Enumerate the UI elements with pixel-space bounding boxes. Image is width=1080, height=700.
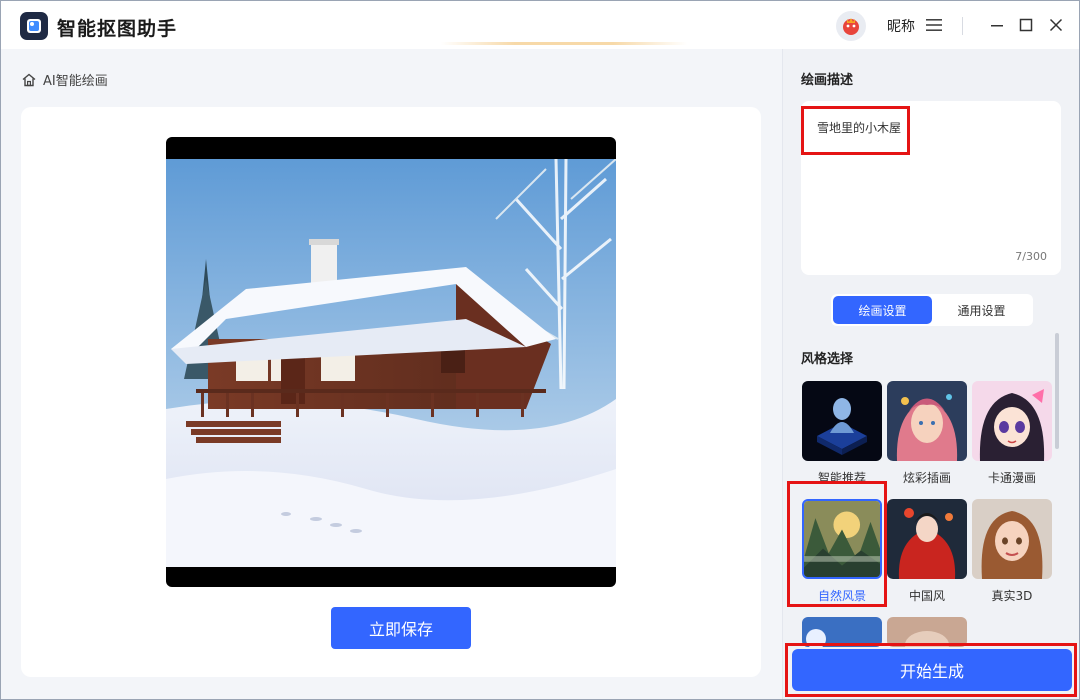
tab-drawing-settings[interactable]: 绘画设置 <box>833 296 932 324</box>
style-thumb <box>802 617 882 647</box>
breadcrumb-label: AI智能绘画 <box>43 74 108 89</box>
extra-style-icon-1 <box>802 617 882 647</box>
generated-image <box>166 137 616 587</box>
avatar-icon <box>843 18 859 35</box>
style-item-nature[interactable]: 自然风景 <box>802 499 882 604</box>
style-item-smart[interactable]: 智能推荐 <box>802 381 882 486</box>
colorful-style-icon <box>887 381 967 461</box>
style-thumb <box>972 381 1052 461</box>
description-char-count: 7/300 <box>1015 250 1047 263</box>
style-label: 智能推荐 <box>817 471 866 485</box>
settings-panel: 绘画描述 雪地里的小木屋 7/300 绘画设置 通用设置 风格选择 智能推荐 炫… <box>782 49 1079 699</box>
preview-card: 立即保存 <box>21 107 761 677</box>
realistic-3d-style-icon <box>972 499 1052 579</box>
style-thumb <box>972 499 1052 579</box>
style-thumb <box>887 381 967 461</box>
generate-button[interactable]: 开始生成 <box>792 649 1072 691</box>
save-button[interactable]: 立即保存 <box>331 607 471 649</box>
title-accent-bar <box>441 42 687 45</box>
style-label: 卡通漫画 <box>987 471 1036 485</box>
nature-style-icon <box>804 501 880 577</box>
style-list-scrollbar[interactable] <box>1055 333 1059 449</box>
title-bar: 智能抠图助手 昵称 <box>1 1 1079 49</box>
menu-icon[interactable] <box>926 18 942 32</box>
style-item-extra-2[interactable] <box>887 617 967 647</box>
window-controls-separator <box>962 17 963 35</box>
style-item-extra-1[interactable] <box>802 617 882 647</box>
smart-style-icon <box>802 381 882 461</box>
style-item-colorful[interactable]: 炫彩插画 <box>887 381 967 486</box>
close-button[interactable] <box>1046 15 1066 35</box>
app-title: 智能抠图助手 <box>57 18 178 40</box>
user-nickname[interactable]: 昵称 <box>887 16 915 36</box>
style-item-chinese[interactable]: 中国风 <box>887 499 967 604</box>
avatar[interactable] <box>836 11 866 41</box>
extra-style-icon-2 <box>887 617 967 647</box>
minimize-icon <box>991 25 1003 27</box>
app-window: 智能抠图助手 昵称 AI智能绘画 立即保存 绘画描述 雪地里的小木屋 7/300… <box>0 0 1080 700</box>
style-thumb <box>887 617 967 647</box>
tab-general-settings[interactable]: 通用设置 <box>932 296 1031 324</box>
style-thumb <box>802 499 882 579</box>
style-item-3d[interactable]: 真实3D <box>972 499 1052 604</box>
style-item-cartoon[interactable]: 卡通漫画 <box>972 381 1052 486</box>
breadcrumb[interactable]: AI智能绘画 <box>21 70 108 89</box>
style-label: 自然风景 <box>817 589 866 603</box>
style-thumb <box>887 499 967 579</box>
home-icon <box>22 73 36 86</box>
cartoon-style-icon <box>972 381 1052 461</box>
style-thumb <box>802 381 882 461</box>
description-title: 绘画描述 <box>801 73 854 88</box>
minimize-button[interactable] <box>987 15 1007 35</box>
style-label: 真实3D <box>991 589 1033 603</box>
maximize-icon <box>1019 18 1033 32</box>
maximize-button[interactable] <box>1016 15 1036 35</box>
description-text: 雪地里的小木屋 <box>817 121 902 135</box>
style-section-title: 风格选择 <box>801 352 854 367</box>
chinese-style-icon <box>887 499 967 579</box>
close-icon <box>1049 18 1063 32</box>
settings-tabs: 绘画设置 通用设置 <box>831 294 1033 326</box>
snow-cabin-image <box>166 159 616 567</box>
description-input[interactable]: 雪地里的小木屋 7/300 <box>801 101 1061 275</box>
style-label: 炫彩插画 <box>902 471 951 485</box>
app-logo-icon <box>20 12 48 40</box>
style-label: 中国风 <box>908 589 945 603</box>
